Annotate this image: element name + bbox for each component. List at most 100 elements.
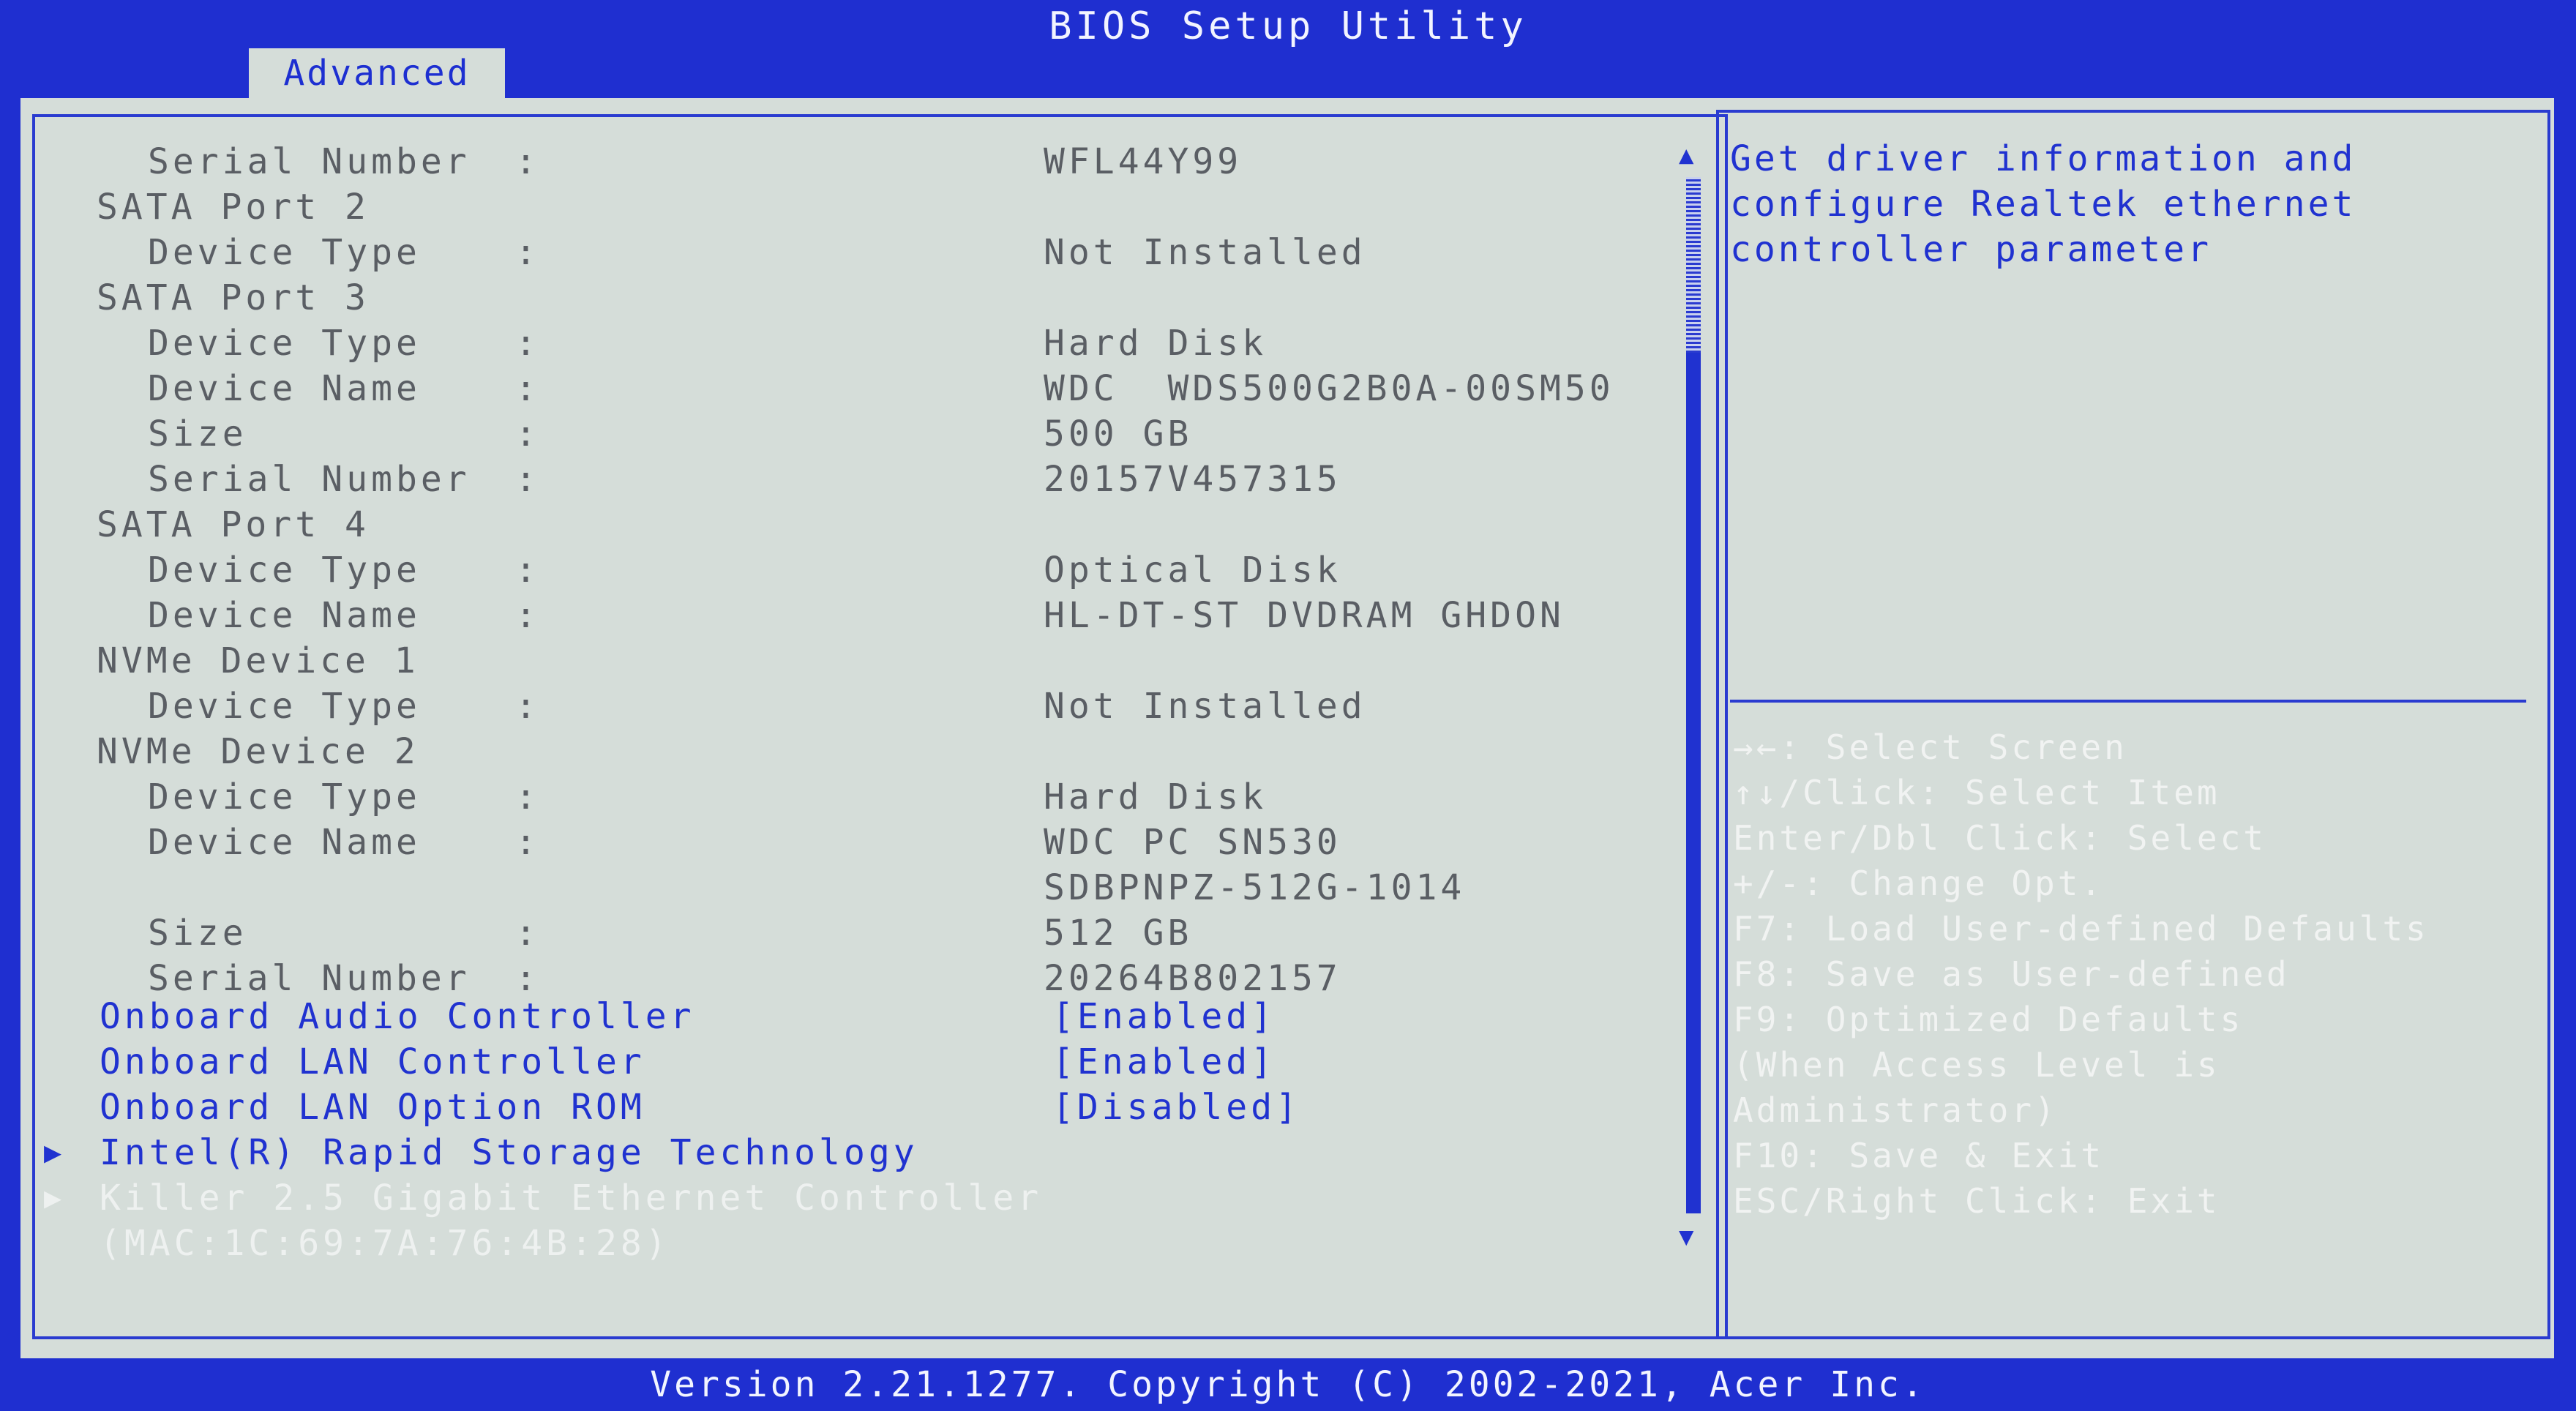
key-help-line: F9: Optimized Defaults: [1733, 1000, 2244, 1039]
row-colon: :: [515, 232, 540, 273]
option-label: Onboard LAN Option ROM: [100, 1087, 645, 1128]
option-onboard-audio[interactable]: Onboard Audio Controller [Enabled]: [20, 994, 1667, 1039]
info-row: Size: 500 GB: [20, 411, 1667, 457]
row-value: WDC WDS500G2B0A-00SM50: [1044, 368, 1614, 409]
row-colon: :: [515, 413, 540, 454]
row-colon: :: [515, 913, 540, 954]
key-help-line: Administrator): [1733, 1090, 2058, 1130]
scroll-thumb[interactable]: [1686, 177, 1701, 353]
row-value: Hard Disk: [1044, 323, 1268, 364]
submenu-killer-ethernet[interactable]: ▶ Killer 2.5 Gigabit Ethernet Controller: [20, 1175, 1667, 1221]
key-help-line: ESC/Right Click: Exit: [1733, 1181, 2220, 1221]
row-value: 500 GB: [1044, 413, 1193, 454]
row-value: HL-DT-ST DVDRAM GHDON: [1044, 595, 1565, 636]
key-help-line: (When Access Level is: [1733, 1045, 2220, 1085]
section-header: SATA Port 2: [20, 184, 1667, 230]
section-header: SATA Port 4: [20, 502, 1667, 547]
info-row: Device Name: WDC PC SN530: [20, 820, 1667, 865]
row-label: Device Name: [148, 368, 421, 409]
section-header: NVMe Device 1: [20, 638, 1667, 684]
key-help-line: F8: Save as User-defined: [1733, 954, 2290, 994]
section-header: SATA Port 3: [20, 275, 1667, 321]
row-label: NVMe Device 2: [97, 731, 419, 772]
content-area: Serial Number: WFL44Y99 SATA Port 2 Device …: [20, 98, 2554, 1358]
key-help-line: F10: Save & Exit: [1733, 1136, 2105, 1175]
row-colon: :: [515, 776, 540, 817]
row-label: SATA Port 3: [97, 277, 370, 318]
row-value: WDC PC SN530: [1044, 822, 1341, 863]
row-label: Device Type: [148, 323, 421, 364]
option-onboard-lan[interactable]: Onboard LAN Controller [Enabled]: [20, 1039, 1667, 1085]
row-label: NVMe Device 1: [97, 640, 419, 681]
help-text-line: Get driver information and: [1730, 138, 2356, 179]
row-value: WFL44Y99: [1044, 141, 1243, 182]
row-value: Optical Disk: [1044, 550, 1341, 591]
key-help-line: ↑↓/Click: Select Item: [1733, 773, 2220, 812]
row-label: Device Type: [148, 776, 421, 817]
row-colon: :: [515, 323, 540, 364]
info-row: Device Type: Not Installed: [20, 230, 1667, 275]
scroll-up-icon[interactable]: ▲: [1679, 141, 1693, 170]
row-label: Device Name: [148, 595, 421, 636]
row-value: Hard Disk: [1044, 776, 1268, 817]
info-row: Device Type: Optical Disk: [20, 547, 1667, 593]
row-label: Device Type: [148, 686, 421, 727]
row-label: Serial Number: [148, 141, 471, 182]
help-text-line: configure Realtek ethernet: [1730, 184, 2356, 225]
title-bar: BIOS Setup Utility Advanced: [0, 0, 2576, 98]
row-colon: :: [515, 368, 540, 409]
row-label: SATA Port 4: [97, 504, 370, 545]
info-row: Device Type: Hard Disk: [20, 774, 1667, 820]
submenu-arrow-icon: ▶: [44, 1136, 66, 1169]
info-row: Device Type: Not Installed: [20, 684, 1667, 729]
key-help-line: Enter/Dbl Click: Select: [1733, 818, 2266, 858]
key-help-line: →←: Select Screen: [1733, 727, 2127, 767]
row-value: 20157V457315: [1044, 459, 1341, 500]
mac-address-text: (MAC:1C:69:7A:76:4B:28): [100, 1223, 670, 1264]
key-help-line: +/-: Change Opt.: [1733, 864, 2105, 903]
row-colon: :: [515, 550, 540, 591]
option-label: Onboard LAN Controller: [100, 1041, 645, 1082]
option-lan-option-rom[interactable]: Onboard LAN Option ROM [Disabled]: [20, 1085, 1667, 1130]
option-value[interactable]: [Enabled]: [1052, 994, 1276, 1039]
option-label: Onboard Audio Controller: [100, 996, 695, 1037]
row-label: SATA Port 2: [97, 187, 370, 228]
info-row: Serial Number: 20157V457315: [20, 457, 1667, 502]
row-label: Device Type: [148, 550, 421, 591]
help-text-line: controller parameter: [1730, 229, 2212, 270]
tab-advanced[interactable]: Advanced: [249, 48, 505, 98]
info-row: SDBPNPZ-512G-1014: [20, 865, 1667, 910]
submenu-mac-address: (MAC:1C:69:7A:76:4B:28): [20, 1221, 1667, 1266]
submenu-label: Intel(R) Rapid Storage Technology: [100, 1132, 918, 1173]
help-divider: [1730, 700, 2526, 703]
row-value: 512 GB: [1044, 913, 1193, 954]
row-colon: :: [515, 459, 540, 500]
row-value: Not Installed: [1044, 232, 1366, 273]
section-header: NVMe Device 2: [20, 729, 1667, 774]
footer-version: Version 2.21.1277. Copyright (C) 2002-20…: [0, 1358, 2576, 1411]
key-help-line: F7: Load User-defined Defaults: [1733, 909, 2429, 948]
row-label: Size: [148, 913, 247, 954]
option-value[interactable]: [Enabled]: [1052, 1039, 1276, 1085]
submenu-label: Killer 2.5 Gigabit Ethernet Controller: [100, 1178, 1043, 1219]
row-label: Device Type: [148, 232, 421, 273]
scroll-down-icon[interactable]: ▼: [1679, 1222, 1693, 1251]
info-row: Serial Number: WFL44Y99: [20, 139, 1667, 184]
row-label: Device Name: [148, 822, 421, 863]
submenu-arrow-icon: ▶: [44, 1181, 66, 1215]
app-title: BIOS Setup Utility: [1049, 4, 1527, 48]
option-value[interactable]: [Disabled]: [1052, 1085, 1300, 1130]
info-row: Device Name: WDC WDS500G2B0A-00SM50: [20, 366, 1667, 411]
row-label: Size: [148, 413, 247, 454]
submenu-intel-rst[interactable]: ▶ Intel(R) Rapid Storage Technology: [20, 1130, 1667, 1175]
row-value: Not Installed: [1044, 686, 1366, 727]
row-colon: :: [515, 595, 540, 636]
row-colon: :: [515, 141, 540, 182]
row-colon: :: [515, 822, 540, 863]
row-colon: :: [515, 686, 540, 727]
scrollbar[interactable]: ▲ ▼: [1674, 141, 1711, 1268]
info-row: Size: 512 GB: [20, 910, 1667, 956]
scroll-track[interactable]: [1686, 353, 1701, 1213]
row-label: Serial Number: [148, 459, 471, 500]
info-row: Device Type: Hard Disk: [20, 321, 1667, 366]
